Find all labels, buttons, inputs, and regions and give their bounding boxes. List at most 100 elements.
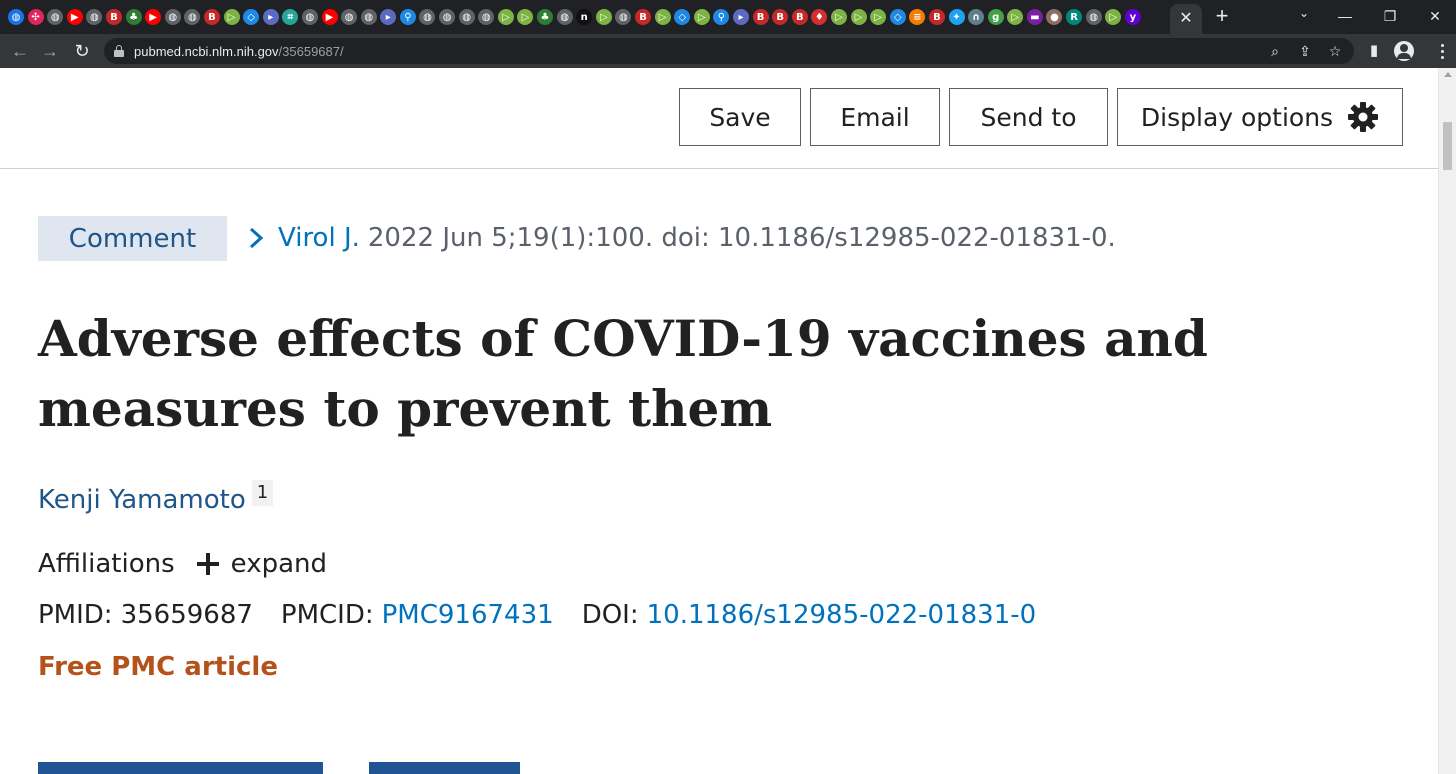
globe-icon[interactable]: ◍ [301,9,318,25]
globe-icon[interactable]: ◍ [615,9,632,25]
globe-icon[interactable]: ◍ [86,9,103,25]
shield-icon[interactable]: ◇ [674,9,691,25]
display-options-button[interactable]: Display options [1117,88,1403,146]
pin-icon[interactable]: ✣ [27,9,44,25]
reload-icon[interactable]: ↻ [70,39,94,63]
shield-icon[interactable]: ◇ [243,9,260,25]
close-window-icon[interactable]: ✕ [1420,4,1450,28]
free-pmc-article-label: Free PMC article [38,652,278,682]
globe-icon[interactable]: ◍ [419,9,436,25]
mail-icon[interactable]: ▬ [1026,9,1043,25]
plus-icon[interactable] [196,553,219,575]
address-bar[interactable]: pubmed.ncbi.nlm.nih.gov/35659687/ ⌕ ⇪ ☆ [104,38,1354,64]
search-icon[interactable]: ⚲ [713,9,730,25]
play-icon[interactable]: ▷ [1007,9,1024,25]
play-icon[interactable]: ▷ [497,9,514,25]
g-icon[interactable]: g [987,9,1004,25]
zoom-icon[interactable]: ⌕ [1266,42,1284,60]
globe-icon[interactable]: ◍ [556,9,573,25]
browser-menu-icon[interactable] [1434,39,1450,63]
bi-icon[interactable]: B [203,9,220,25]
tag-icon[interactable]: ▸ [732,9,749,25]
full-text-link-button[interactable] [38,762,323,774]
globe-icon[interactable]: ◍ [164,9,181,25]
email-button[interactable]: Email [810,88,940,146]
play-icon[interactable]: ▷ [654,9,671,25]
pmcid-link[interactable]: PMC9167431 [382,600,554,630]
search-icon[interactable]: ⚲ [399,9,416,25]
play-icon[interactable]: ▷ [223,9,240,25]
cite-button[interactable] [369,762,520,774]
chevron-right-icon[interactable] [246,225,266,251]
globe-icon[interactable]: ◍ [478,9,495,25]
tree-icon[interactable]: ♣ [125,9,142,25]
play-icon[interactable]: ▷ [517,9,534,25]
globe-icon[interactable]: ◍ [47,9,64,25]
yahoo-icon[interactable]: y [1124,9,1141,25]
youtube-icon[interactable]: ▶ [66,9,83,25]
url-path: /35659687/ [278,43,344,59]
bookmark-star-icon[interactable]: ☆ [1326,42,1344,60]
tag-icon[interactable]: ▸ [380,9,397,25]
tab-search-icon[interactable]: ⌄ [1294,6,1314,20]
play-icon[interactable]: ▷ [693,9,710,25]
scroll-up-arrow-icon[interactable] [1444,72,1452,77]
bi-icon[interactable]: B [752,9,769,25]
forward-arrow-icon[interactable]: → [38,39,62,63]
new-tab-button[interactable]: + [1210,4,1234,28]
twitter-icon[interactable]: ✦ [948,9,965,25]
send-to-button[interactable]: Send to [949,88,1108,146]
affiliation-number[interactable]: 1 [251,480,274,506]
play-icon[interactable]: ▷ [830,9,847,25]
play-icon[interactable]: ▷ [595,9,612,25]
share-icon[interactable]: ⇪ [1296,42,1314,60]
journal-citation: Virol J. 2022 Jun 5;19(1):100. doi: 10.1… [246,218,1116,258]
page-scrollbar[interactable] [1438,68,1456,774]
globe-icon[interactable]: ◍ [1085,9,1102,25]
bi-icon[interactable]: B [635,9,651,25]
restore-icon[interactable]: ❐ [1375,4,1405,28]
n-icon[interactable]: n [576,9,593,25]
play-icon[interactable]: ▷ [870,9,887,25]
play-icon[interactable]: ▷ [850,9,867,25]
globe-icon[interactable]: ◍ [8,9,24,25]
play-icon[interactable]: ▷ [1105,9,1122,25]
side-panel-icon[interactable]: ▮ [1362,39,1386,63]
article-type-badge[interactable]: Comment [38,216,227,261]
globe-icon[interactable]: ◍ [360,9,377,25]
youtube-icon[interactable]: ▶ [321,9,338,25]
lock-icon[interactable] [114,45,124,57]
expand-affiliations-toggle[interactable]: expand [231,549,327,579]
person-icon[interactable]: ● [1046,9,1063,25]
doi-link[interactable]: 10.1186/s12985-022-01831-0 [647,600,1037,630]
scrollbar-thumb[interactable] [1443,122,1452,170]
minimize-icon[interactable]: — [1330,4,1360,28]
bi-icon[interactable]: B [772,9,789,25]
globe-icon[interactable]: ◍ [439,9,456,25]
url-text[interactable]: pubmed.ncbi.nlm.nih.gov/35659687/ [134,44,344,59]
shield-icon[interactable]: ◇ [889,9,906,25]
stack-icon[interactable]: ≡ [909,9,926,25]
active-tab[interactable]: ✕ [1170,4,1202,34]
bi-icon[interactable]: B [928,9,945,25]
mic-icon[interactable]: ♦ [811,9,828,25]
journal-link[interactable]: Virol J. [278,223,360,253]
article-title: Adverse effects of COVID-19 vaccines and… [38,309,1208,438]
youtube-icon[interactable]: ▶ [145,9,162,25]
gear-icon [1348,102,1379,132]
r-icon[interactable]: R [1066,9,1083,25]
close-tab-icon[interactable]: ✕ [1179,11,1192,27]
bi-icon[interactable]: B [105,9,122,25]
map-icon[interactable]: ⌗ [282,9,299,25]
author-link[interactable]: Kenji Yamamoto [38,478,246,522]
lock-icon[interactable]: ∩ [968,9,985,25]
back-arrow-icon[interactable]: ← [8,39,32,63]
profile-avatar-icon[interactable] [1394,41,1414,61]
tag-icon[interactable]: ▸ [262,9,279,25]
tree-icon[interactable]: ♣ [537,9,554,25]
globe-icon[interactable]: ◍ [341,9,358,25]
globe-icon[interactable]: ◍ [458,9,475,25]
globe-icon[interactable]: ◍ [184,9,201,25]
save-button[interactable]: Save [679,88,801,146]
bi-icon[interactable]: B [791,9,808,25]
